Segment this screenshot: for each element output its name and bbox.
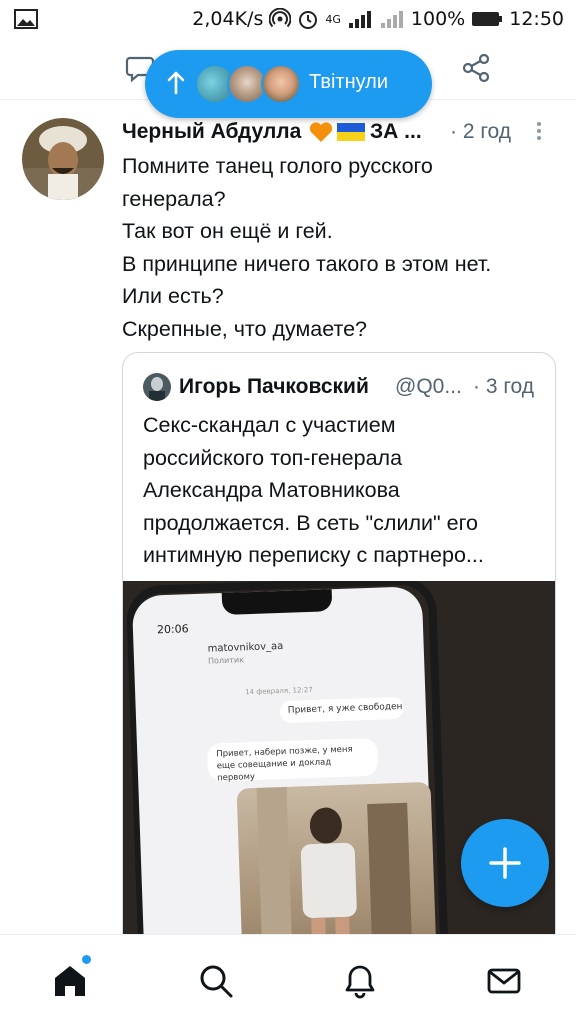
tweet-header: Черный Абдулла ЗА ... · 2 год xyxy=(122,118,562,148)
author-name-suffix: ЗА ... xyxy=(370,120,422,143)
share-icon[interactable] xyxy=(460,52,492,84)
quoted-tweet-media[interactable]: 20:06 matovnikov_aa Политик 14 февраля, … xyxy=(123,581,555,971)
phone-screen: 20:06 matovnikov_aa Политик 14 февраля, … xyxy=(131,586,439,971)
chat-date: 14 февраля, 12:27 xyxy=(245,685,313,697)
more-icon[interactable] xyxy=(534,120,544,144)
author-avatar[interactable] xyxy=(22,118,104,200)
quoted-text-line: Секс-скандал с участием xyxy=(143,413,396,437)
quoted-text-line: российского топ-генерала xyxy=(143,445,403,470)
tweet-time: · 2 год xyxy=(450,120,512,143)
signal-icon-2 xyxy=(380,11,403,28)
orange-heart-icon xyxy=(309,122,333,142)
home-icon[interactable] xyxy=(52,963,88,999)
name-emojis xyxy=(308,120,366,144)
ukraine-flag-icon xyxy=(337,123,365,141)
signal-icon xyxy=(348,11,371,28)
quoted-author-name: Игорь Пачковский xyxy=(179,375,369,398)
status-right: 2,04K/s 4G 100% 12:50 xyxy=(192,6,564,32)
quoted-text-line: Александра Матовникова xyxy=(143,478,400,502)
tweet-text-line: Или есть? xyxy=(122,284,224,309)
chat-user-sub: Политик xyxy=(207,655,245,666)
notifications-icon[interactable] xyxy=(342,963,378,999)
tweet-text-line: Скрепные, что думаете? xyxy=(122,316,368,341)
quoted-tweet-time: · 3 год xyxy=(473,375,535,398)
tweet-text-line: генерала? xyxy=(122,186,226,211)
chat-user: matovnikov_aa xyxy=(207,640,284,655)
phone-time: 20:06 xyxy=(156,622,189,637)
battery-icon xyxy=(472,12,503,26)
quoted-text-line: продолжается. В сеть "слили" его xyxy=(143,510,478,535)
clock: 12:50 xyxy=(509,8,564,30)
compose-button[interactable] xyxy=(461,819,549,907)
alarm-icon xyxy=(299,11,318,29)
gallery-icon xyxy=(14,9,38,29)
arrow-up-icon xyxy=(167,71,185,95)
pill-avatars xyxy=(195,64,315,104)
hotspot-icon xyxy=(269,8,292,28)
network-speed: 2,04K/s xyxy=(192,8,264,30)
chat-message-out: Привет, я уже свободен xyxy=(279,696,405,724)
chat-message-in: Привет, набери позже, у меня еще совещан… xyxy=(206,737,379,783)
tweet-text-line: Помните танец голого русского xyxy=(122,154,433,178)
network-type: 4G xyxy=(325,12,341,26)
quoted-author-avatar xyxy=(143,373,171,401)
author-name[interactable]: Черный Абдулла xyxy=(122,120,301,144)
phone-notch xyxy=(221,589,333,616)
plus-icon xyxy=(489,847,521,879)
tweet-text: Помните танец голого русского генерала? … xyxy=(122,150,562,346)
tweet-text-line: Так вот он ещё и гей. xyxy=(122,219,333,244)
quoted-tweet-header: Игорь Пачковский @Q0... · 3 год xyxy=(143,371,553,403)
tweet-text-line: В принципе ничего такого в этом нет. xyxy=(122,251,492,276)
pill-label: Твітнули xyxy=(309,71,389,93)
avatar xyxy=(261,64,301,104)
status-bar: 2,04K/s 4G 100% 12:50 xyxy=(0,0,576,38)
bottom-nav xyxy=(0,934,576,1024)
search-icon[interactable] xyxy=(198,963,234,999)
battery-percent: 100% xyxy=(410,8,466,30)
quoted-author-handle: @Q0... xyxy=(395,375,462,398)
quoted-tweet-text: Секс-скандал с участием российского топ-… xyxy=(143,409,553,572)
quoted-text-line: интимную переписку с партнеро... xyxy=(143,543,484,567)
messages-icon[interactable] xyxy=(486,963,522,999)
home-notification-dot xyxy=(82,955,91,964)
retweeted-pill[interactable]: Твітнули xyxy=(145,50,432,118)
